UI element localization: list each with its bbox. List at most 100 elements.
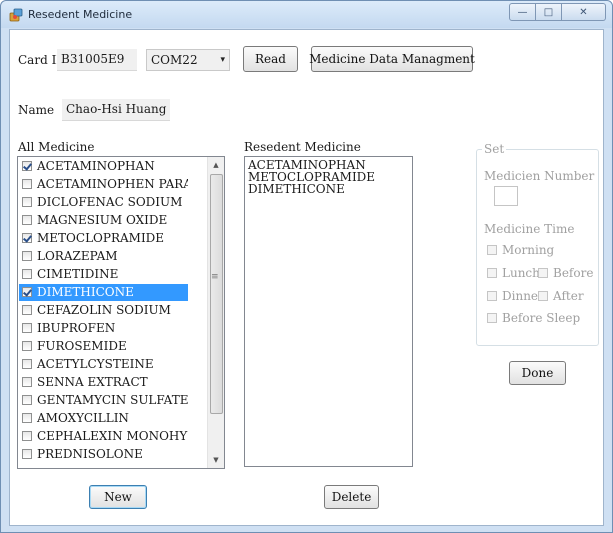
medicine-item-label: DICLOFENAC SODIUM bbox=[37, 195, 183, 209]
checkbox-icon bbox=[487, 313, 497, 323]
checkbox-icon bbox=[538, 291, 548, 301]
medicine-item-label: CIMETIDINE bbox=[37, 267, 119, 281]
before-sleep-label: Before Sleep bbox=[502, 311, 581, 325]
medicine-list-item[interactable]: CEFAZOLIN SODIUM bbox=[19, 302, 188, 319]
medicine-list-item[interactable]: CIMETIDINE bbox=[19, 266, 188, 283]
medicine-item-label: ACETAMINOPHEN PARACE bbox=[37, 177, 188, 191]
checkbox-checked-icon[interactable] bbox=[22, 233, 32, 243]
checkbox-icon bbox=[487, 291, 497, 301]
medicine-item-label: METOCLOPRAMIDE bbox=[37, 231, 165, 245]
medicine-item-label: IBUPROFEN bbox=[37, 321, 116, 335]
medicine-item-label: AMOXYCILLIN bbox=[37, 411, 129, 425]
medicine-list-item[interactable]: FUROSEMIDE bbox=[19, 338, 188, 355]
medicine-item-label: MAGNESIUM OXIDE bbox=[37, 213, 168, 227]
minimize-icon: — bbox=[517, 6, 528, 18]
checkbox-icon bbox=[487, 245, 497, 255]
medicine-list-item[interactable]: DIMETHICONE bbox=[19, 284, 188, 301]
morning-checkbox[interactable]: Morning bbox=[484, 243, 554, 257]
close-button[interactable]: ✕ bbox=[562, 3, 606, 21]
app-window: Resedent Medicine — □ ✕ Card ID B31005E9… bbox=[0, 0, 613, 533]
scroll-up-icon[interactable]: ▲ bbox=[208, 157, 224, 173]
medicine-item-label: SENNA EXTRACT bbox=[37, 375, 148, 389]
chevron-down-icon: ▾ bbox=[220, 55, 225, 65]
scroll-thumb[interactable] bbox=[210, 174, 223, 414]
resident-list-item[interactable]: DIMETHICONE bbox=[248, 183, 409, 195]
medicine-item-label: DIMETHICONE bbox=[37, 285, 134, 299]
medicine-item-label: CEPHALEXIN MONOHYDRA bbox=[37, 429, 188, 443]
new-button[interactable]: New bbox=[89, 485, 147, 509]
medicine-item-label: PREDNISOLONE bbox=[37, 447, 143, 461]
medicine-item-label: CEFAZOLIN SODIUM bbox=[37, 303, 171, 317]
checkbox-icon[interactable] bbox=[22, 449, 32, 459]
medicine-list-item[interactable]: GENTAMYCIN SULFATE bbox=[19, 392, 188, 409]
checkbox-icon[interactable] bbox=[22, 377, 32, 387]
medicine-list-item[interactable]: MAGNESIUM OXIDE bbox=[19, 212, 188, 229]
checkbox-icon[interactable] bbox=[22, 305, 32, 315]
medicine-list-item[interactable]: PREDNISOLONE bbox=[19, 446, 188, 463]
port-combo[interactable]: COM22 ▾ bbox=[146, 49, 230, 71]
medicine-list-item[interactable]: AMOXYCILLIN bbox=[19, 410, 188, 427]
maximize-icon: □ bbox=[543, 6, 554, 18]
medicine-list-item[interactable]: CEPHALEXIN MONOHYDRA bbox=[19, 428, 188, 445]
checkbox-icon[interactable] bbox=[22, 323, 32, 333]
app-icon bbox=[9, 8, 23, 22]
card-id-value: B31005E9 bbox=[57, 49, 137, 71]
medicine-list-item[interactable]: SENNA EXTRACT bbox=[19, 374, 188, 391]
set-groupbox: Set Medicien Number Medicine Time Mornin… bbox=[476, 142, 599, 346]
checkbox-icon bbox=[538, 268, 548, 278]
lunch-checkbox[interactable]: Lunch bbox=[484, 266, 540, 280]
title-bar[interactable]: Resedent Medicine — □ ✕ bbox=[1, 1, 612, 28]
before-sleep-checkbox[interactable]: Before Sleep bbox=[484, 311, 580, 325]
done-button[interactable]: Done bbox=[509, 361, 566, 385]
before-label: Before bbox=[553, 266, 594, 280]
after-label: After bbox=[553, 289, 584, 303]
checkbox-icon[interactable] bbox=[22, 341, 32, 351]
checkbox-icon[interactable] bbox=[22, 251, 32, 261]
delete-button[interactable]: Delete bbox=[324, 485, 379, 509]
scroll-down-icon[interactable]: ▼ bbox=[208, 452, 224, 468]
medicine-list-item[interactable]: METOCLOPRAMIDE bbox=[19, 230, 188, 247]
medicine-item-label: ACETYLCYSTEINE bbox=[37, 357, 154, 371]
medicine-list-item[interactable]: LORAZEPAM bbox=[19, 248, 188, 265]
medicine-item-label: LORAZEPAM bbox=[37, 249, 118, 263]
medicine-list-item[interactable]: IBUPROFEN bbox=[19, 320, 188, 337]
all-medicine-list[interactable]: ACETAMINOPHAN ACETAMINOPHEN PARACE DICLOFE… bbox=[17, 156, 225, 469]
checkbox-icon[interactable] bbox=[22, 215, 32, 225]
checkbox-icon[interactable] bbox=[22, 395, 32, 405]
maximize-button[interactable]: □ bbox=[536, 3, 562, 21]
medicine-number-input[interactable] bbox=[494, 186, 518, 206]
window-controls: — □ ✕ bbox=[509, 3, 606, 21]
checkbox-icon[interactable] bbox=[22, 197, 32, 207]
medicine-list-item[interactable]: ACETYLCYSTEINE bbox=[19, 356, 188, 373]
medicine-list-item[interactable]: ACETAMINOPHAN bbox=[19, 158, 188, 175]
checkbox-icon[interactable] bbox=[22, 359, 32, 369]
read-button[interactable]: Read bbox=[243, 46, 298, 72]
checkbox-icon[interactable] bbox=[22, 269, 32, 279]
close-icon: ✕ bbox=[579, 6, 588, 18]
medicine-item-label: FUROSEMIDE bbox=[37, 339, 127, 353]
all-medicine-label: All Medicine bbox=[18, 140, 95, 154]
set-title: Set bbox=[482, 142, 507, 156]
checkbox-checked-icon[interactable] bbox=[22, 287, 32, 297]
medicine-time-label: Medicine Time bbox=[484, 222, 575, 236]
checkbox-icon[interactable] bbox=[22, 413, 32, 423]
checkbox-icon bbox=[487, 268, 497, 278]
checkbox-icon[interactable] bbox=[22, 179, 32, 189]
before-checkbox[interactable]: Before bbox=[535, 266, 593, 280]
medicine-data-button[interactable]: Medicine Data Managment bbox=[309, 46, 475, 72]
medicine-list-item[interactable]: ACETAMINOPHEN PARACE bbox=[19, 176, 188, 193]
medicine-number-label: Medicien Number bbox=[484, 169, 595, 183]
name-label: Name bbox=[18, 103, 55, 117]
after-checkbox[interactable]: After bbox=[535, 289, 584, 303]
scroll-grip-icon: ≡ bbox=[211, 272, 219, 282]
medicine-item-label: ACETAMINOPHAN bbox=[37, 159, 155, 173]
checkbox-icon[interactable] bbox=[22, 431, 32, 441]
window-title: Resedent Medicine bbox=[28, 8, 133, 21]
medicine-list-item[interactable]: DICLOFENAC SODIUM bbox=[19, 194, 188, 211]
resident-medicine-label: Resedent Medicine bbox=[244, 140, 361, 154]
scrollbar[interactable]: ▲ ≡ ▼ bbox=[207, 157, 224, 468]
medicine-item-label: GENTAMYCIN SULFATE bbox=[37, 393, 188, 407]
minimize-button[interactable]: — bbox=[509, 3, 536, 21]
checkbox-checked-icon[interactable] bbox=[22, 161, 32, 171]
resident-medicine-list[interactable]: ACETAMINOPHAN METOCLOPRAMIDE DIMETHICONE bbox=[244, 156, 413, 467]
